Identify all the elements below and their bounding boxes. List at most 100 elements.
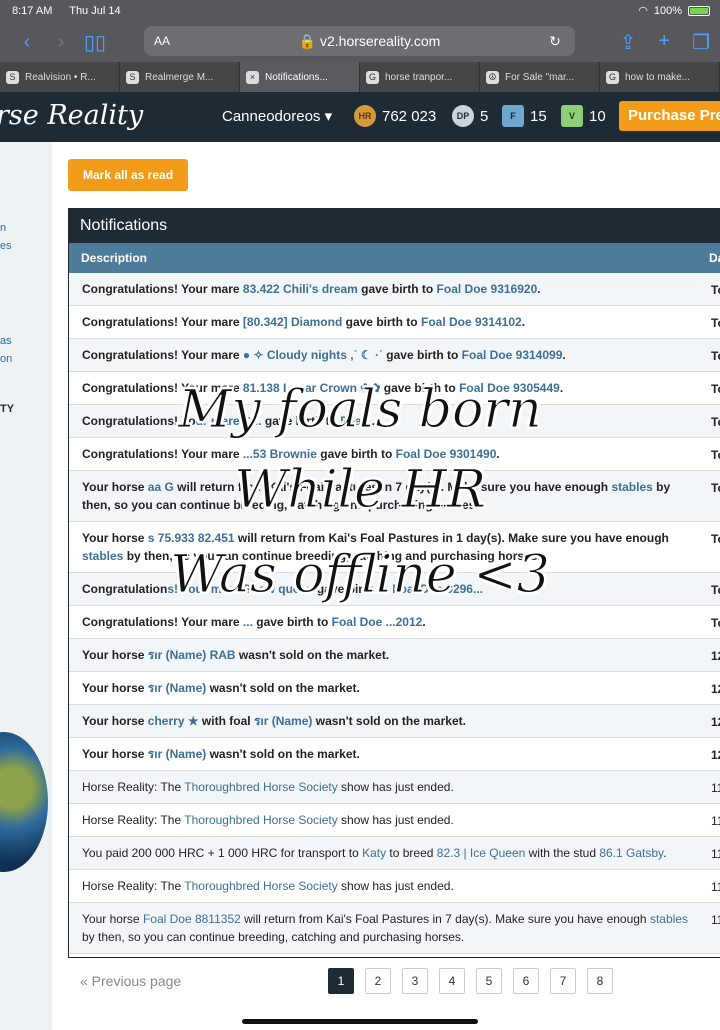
home-indicator[interactable] [242,1019,478,1024]
notification-text-part: gave birth to [357,282,437,296]
notification-row: Horse Reality: The Thoroughbred Horse So… [69,804,720,837]
notification-text-part: with the stud [525,846,600,860]
dp-balance[interactable]: DP 5 [452,105,488,127]
page-button[interactable]: 4 [439,968,465,994]
notification-text-part: Your horse [82,681,148,695]
notification-text-part: Your horse [82,531,148,545]
notification-row: Your monthly membership fee (2 500 HRC) … [69,954,720,957]
notification-link[interactable]: รır (Name) RAB [148,648,236,662]
page-button[interactable]: 7 [550,968,576,994]
notification-date: 11 [711,814,720,828]
page-button[interactable]: 6 [513,968,539,994]
page-button[interactable]: 2 [365,968,391,994]
new-tab-icon[interactable]: + [658,30,670,55]
notification-link[interactable]: Foal Doe 9301490 [396,447,497,461]
purchase-premium-button[interactable]: Purchase Pre [619,101,720,131]
notification-date: 11 [711,880,720,894]
sidebar-item[interactable]: as [0,335,12,347]
notification-row: Congratulations! Your mare [80.342] Diam… [69,306,720,339]
close-tab-icon[interactable]: × [246,70,259,84]
browser-tab[interactable]: S Realmerge M... [120,62,240,92]
notification-link[interactable]: Thoroughbred Horse Society [184,813,337,827]
notification-link[interactable]: stables [650,912,688,926]
bookmarks-icon[interactable]: ▯▯ [78,30,112,55]
favicon-icon: G [366,70,379,84]
notification-link[interactable]: s! Your mare Snow queen [167,582,313,596]
notification-link[interactable]: cherry ★ [148,714,199,728]
notification-text-part: You paid 200 000 HRC + 1 000 HRC for tra… [82,846,363,860]
notification-link[interactable]: Katy [362,846,386,860]
reload-icon[interactable]: ↻ [545,33,565,50]
notification-link[interactable]: ur mare D... [196,414,262,428]
notification-link[interactable]: s 75.933 82.451 [148,531,235,545]
notification-text-part: gave birth to [316,447,396,461]
site-header: rse Reality Canneodoreos ▾ HR 762 023 DP… [0,92,720,142]
notification-text-part: show has just ended. [337,813,454,827]
browser-tab[interactable]: ☮ For Sale "mar... [480,62,600,92]
description-header: Description [81,251,148,265]
notification-link[interactable]: รır (Name) [148,747,206,761]
notification-link[interactable]: ● ✧ Cloudy nights ,˙ ☾ ·˙ [243,348,383,362]
notification-link[interactable]: stables [611,480,652,494]
forward-icon[interactable]: › [44,31,78,54]
notification-link[interactable]: Foal Doe 9314102 [421,315,522,329]
panel-title: Notifications [69,209,720,243]
date-header: Da [709,251,720,265]
notification-link[interactable]: ... [243,615,253,629]
mark-all-read-button[interactable]: Mark all as read [68,159,188,191]
page-button[interactable]: 8 [587,968,613,994]
notification-link[interactable]: Thoroughbred Horse Society [184,780,337,794]
sidebar-item[interactable]: n [0,222,6,234]
notification-link[interactable]: Foal Doe 9314099 [462,348,563,362]
tabs-overview-icon[interactable]: ❐ [692,30,710,55]
browser-tab[interactable]: × Notifications... [240,62,360,92]
notification-text-part: Congratulations! Your mare [82,348,243,362]
notification-link[interactable]: Thoroughbred Horse Society [184,879,337,893]
notification-text-part: by then, so you can continue breeding, c… [123,549,541,563]
notification-date: To [711,616,720,630]
notification-text-part: . [537,282,541,296]
f-balance[interactable]: F 15 [502,105,547,127]
reader-settings-button[interactable]: AA [154,34,194,48]
page-button[interactable]: 1 [328,968,354,994]
browser-tab[interactable]: Ghorse tranpor... [360,62,480,92]
notification-link[interactable]: Foal Doe 9296... [392,582,483,596]
notification-link[interactable]: Foal Doe 9316920 [437,282,538,296]
notification-link[interactable]: Foal Doe ...2012 [332,615,423,629]
notification-link[interactable]: 83.422 Chili's dream [243,282,358,296]
hrc-balance[interactable]: HR 762 023 [354,105,436,127]
notification-text: Congratulations! Your mare 83.422 Chili'… [82,282,541,296]
notification-link[interactable]: รır (Name) [254,714,312,728]
back-icon[interactable]: ‹ [10,31,44,54]
notification-row: Your horse cherry ★ with foal รır (Name)… [69,705,720,738]
page-button[interactable]: 5 [476,968,502,994]
notification-link[interactable]: รır (Name) [148,681,206,695]
browser-tab[interactable]: S Realvision • R... [0,62,120,92]
site-logo[interactable]: rse Reality [0,100,143,131]
notification-link[interactable]: Foal [340,414,365,428]
page-button[interactable]: 3 [402,968,428,994]
notification-link[interactable]: Foal Doe 8811352 [143,912,241,926]
share-icon[interactable]: ⇪ [620,30,637,55]
notification-link[interactable]: [80.342] Diamond [243,315,342,329]
battery-icon [688,5,710,16]
notification-link[interactable]: ...53 Brownie [243,447,317,461]
notification-text-part: Congratulations! Your mare [82,615,243,629]
notification-link[interactable]: stables [82,549,123,563]
sidebar-item[interactable]: TY [0,403,14,415]
main-content: Mark all as read Notifications Descripti… [52,142,720,1030]
previous-page-link[interactable]: « Previous page [68,973,328,989]
notification-link[interactable]: aa G [148,480,174,494]
sidebar-item[interactable]: es [0,240,12,252]
notification-link[interactable]: 86.1 Gatsby [599,846,663,860]
notification-text: Congratulations! Your mare [80.342] Diam… [82,315,525,329]
sidebar-item[interactable]: on [0,353,12,365]
notification-link[interactable]: 82.3 | Ice Queen [437,846,526,860]
browser-tab[interactable]: Ghow to make... [600,62,720,92]
pagination: « Previous page 12345678 [68,968,718,994]
notification-link[interactable]: 81.138 Lunar Crown ✿✿ [243,381,380,395]
v-balance[interactable]: V 10 [561,105,606,127]
notification-link[interactable]: Foal Doe 9305449 [459,381,560,395]
account-switcher[interactable]: Canneodoreos ▾ [222,107,332,125]
url-bar[interactable]: AA 🔒 v2.horsereality.com ↻ [144,26,575,56]
